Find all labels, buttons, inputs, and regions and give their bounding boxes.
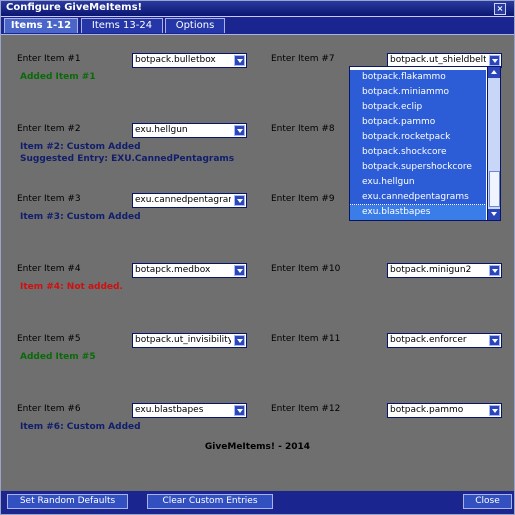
- items-panel: Enter Item #1 botpack.bulletbox Enter It…: [1, 35, 514, 490]
- item-12-combo[interactable]: botpack.pammo: [387, 403, 502, 418]
- status-item-1: Added Item #1: [20, 71, 96, 83]
- close-button[interactable]: Close: [463, 494, 512, 509]
- chevron-down-icon[interactable]: [234, 405, 245, 416]
- item-6-combo[interactable]: exu.blastbapes: [132, 403, 247, 418]
- scroll-up-arrow-icon[interactable]: [488, 67, 500, 78]
- item-8-label: Enter Item #8: [271, 124, 335, 134]
- dropdown-option-selected[interactable]: exu.blastbapes: [350, 204, 487, 220]
- item-9-label: Enter Item #9: [271, 194, 335, 204]
- config-window: Configure GiveMeItems! × Items 1-12 Item…: [0, 0, 515, 515]
- item-7-label: Enter Item #7: [271, 54, 335, 64]
- item-12-value[interactable]: botpack.pammo: [390, 404, 486, 417]
- item-11-label: Enter Item #11: [271, 334, 341, 344]
- status-line: Suggested Entry: EXU.CannedPentagrams: [20, 154, 235, 164]
- chevron-down-icon[interactable]: [234, 265, 245, 276]
- item-3-value[interactable]: exu.cannedpentagrams: [135, 194, 231, 207]
- dropdown-option[interactable]: exu.hellgun: [350, 175, 486, 190]
- chevron-down-icon[interactable]: [489, 405, 500, 416]
- item-1-combo[interactable]: botpack.bulletbox: [132, 53, 247, 68]
- dropdown-option[interactable]: botpack.shockcore: [350, 145, 486, 160]
- status-line: Added Item #1: [20, 72, 96, 82]
- item-1-label: Enter Item #1: [17, 54, 81, 64]
- chevron-down-icon[interactable]: [234, 335, 245, 346]
- tab-bar: Items 1-12 Items 13-24 Options: [1, 17, 514, 35]
- chevron-down-icon[interactable]: [234, 55, 245, 66]
- item-3-combo[interactable]: exu.cannedpentagrams: [132, 193, 247, 208]
- chevron-down-icon[interactable]: [489, 55, 500, 66]
- item-12-label: Enter Item #12: [271, 404, 341, 414]
- status-item-5: Added Item #5: [20, 351, 96, 363]
- dropdown-option[interactable]: botpack.flakammo: [350, 70, 486, 85]
- item-4-combo[interactable]: botapck.medbox: [132, 263, 247, 278]
- clear-custom-entries-button[interactable]: Clear Custom Entries: [147, 494, 273, 509]
- dropdown-option[interactable]: botpack.eclip: [350, 100, 486, 115]
- dropdown-option[interactable]: botpack.miniammo: [350, 85, 486, 100]
- item-4-label: Enter Item #4: [17, 264, 81, 274]
- item-1-value[interactable]: botpack.bulletbox: [135, 54, 231, 67]
- credit-text: GiveMeItems! - 2014: [204, 442, 311, 452]
- chevron-down-icon[interactable]: [234, 195, 245, 206]
- item-10-combo[interactable]: botpack.minigun2: [387, 263, 502, 278]
- status-line: Item #4: Not added.: [20, 282, 123, 292]
- chevron-down-icon[interactable]: [489, 265, 500, 276]
- item-10-label: Enter Item #10: [271, 264, 341, 274]
- status-item-2: Item #2: Custom Added Suggested Entry: E…: [20, 141, 234, 165]
- item-5-label: Enter Item #5: [17, 334, 81, 344]
- item-4-value[interactable]: botapck.medbox: [135, 264, 231, 277]
- tab-options[interactable]: Options: [165, 18, 225, 33]
- title-bar[interactable]: Configure GiveMeItems! ×: [1, 1, 514, 17]
- item-11-combo[interactable]: botpack.enforcer: [387, 333, 502, 348]
- window-title: Configure GiveMeItems!: [6, 2, 143, 13]
- footer-bar: Set Random Defaults Clear Custom Entries…: [1, 491, 514, 514]
- item-10-value[interactable]: botpack.minigun2: [390, 264, 486, 277]
- window-close-icon[interactable]: ×: [494, 3, 506, 15]
- tab-items-1-12[interactable]: Items 1-12: [4, 18, 78, 33]
- tab-items-13-24[interactable]: Items 13-24: [81, 18, 163, 33]
- status-item-6: Item #6: Custom Added: [20, 421, 141, 433]
- set-random-defaults-button[interactable]: Set Random Defaults: [7, 494, 128, 509]
- dropdown-option[interactable]: botpack.rocketpack: [350, 130, 486, 145]
- item-3-label: Enter Item #3: [17, 194, 81, 204]
- item-6-value[interactable]: exu.blastbapes: [135, 404, 231, 417]
- item-2-combo[interactable]: exu.hellgun: [132, 123, 247, 138]
- item-5-combo[interactable]: botpack.ut_invisibility: [132, 333, 247, 348]
- item-6-label: Enter Item #6: [17, 404, 81, 414]
- status-item-4: Item #4: Not added.: [20, 281, 123, 293]
- item-7-dropdown-list[interactable]: botpack.flakammo botpack.miniammo botpac…: [349, 66, 501, 221]
- item-11-value[interactable]: botpack.enforcer: [390, 334, 486, 347]
- scroll-thumb[interactable]: [489, 171, 500, 207]
- status-line: Item #2: Custom Added: [20, 142, 141, 152]
- chevron-down-icon[interactable]: [234, 125, 245, 136]
- status-line: Item #6: Custom Added: [20, 422, 141, 432]
- dropdown-option[interactable]: botpack.supershockcore: [350, 160, 486, 175]
- dropdown-scrollbar[interactable]: [487, 67, 500, 220]
- status-line: Added Item #5: [20, 352, 96, 362]
- dropdown-option[interactable]: exu.cannedpentagrams: [350, 190, 486, 205]
- status-item-3: Item #3: Custom Added: [20, 211, 141, 223]
- dropdown-option[interactable]: botpack.pammo: [350, 115, 486, 130]
- item-2-label: Enter Item #2: [17, 124, 81, 134]
- scroll-down-arrow-icon[interactable]: [488, 209, 500, 220]
- item-5-value[interactable]: botpack.ut_invisibility: [135, 334, 231, 347]
- item-2-value[interactable]: exu.hellgun: [135, 124, 231, 137]
- status-line: Item #3: Custom Added: [20, 212, 141, 222]
- chevron-down-icon[interactable]: [489, 335, 500, 346]
